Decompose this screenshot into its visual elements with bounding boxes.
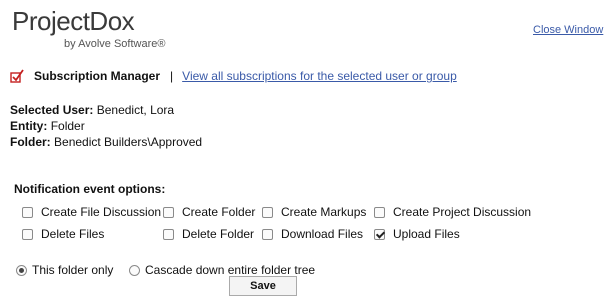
option-delete-files[interactable]: Delete Files [22,226,104,242]
option-label: Delete Files [41,227,105,241]
option-upload-files[interactable]: Upload Files [374,226,460,242]
entity-value: Folder [50,119,85,133]
option-label: Create Markups [281,205,367,219]
option-label: Create Project Discussion [393,205,532,219]
option-label: Download Files [281,227,364,241]
checkbox[interactable] [374,206,385,218]
checkbox[interactable] [262,228,273,240]
option-create-project-discussion[interactable]: Create Project Discussion [374,204,531,220]
folder-value: Benedict Builders\Approved [54,135,203,149]
radio-this-folder-only[interactable]: This folder only [16,262,113,278]
radio-unselected[interactable] [129,264,140,276]
checkbox[interactable] [22,228,33,240]
projectdox-logo: ProjectDox by Avolve Software® [12,6,192,52]
entity-row: Entity: Folder [10,118,85,134]
option-label: Delete Folder [182,227,255,241]
option-delete-folder[interactable]: Delete Folder [163,226,254,242]
radio-selected[interactable] [16,264,27,276]
entity-label: Entity: [10,119,48,133]
view-all-subscriptions-link[interactable]: View all subscriptions for the selected … [182,69,457,83]
checkbox[interactable] [163,206,174,218]
checkbox[interactable] [22,206,33,218]
save-button[interactable]: Save [229,276,297,296]
checkbox[interactable] [262,206,273,218]
checkbox[interactable] [163,228,174,240]
folder-row: Folder: Benedict Builders\Approved [10,134,202,150]
option-download-files[interactable]: Download Files [262,226,363,242]
checkbox-checked[interactable] [374,228,385,240]
subscription-check-icon [10,69,24,83]
radio-label: Cascade down entire folder tree [145,263,316,277]
selected-user-row: Selected User: Benedict, Lora [10,102,174,118]
folder-label: Folder: [10,135,51,149]
radio-label: This folder only [32,263,114,277]
logo-tagline: by Avolve Software® [64,38,166,50]
subscription-header: Subscription Manager | View all subscrip… [10,67,457,85]
notification-options-heading: Notification event options: [14,182,166,196]
selected-user-label: Selected User: [10,103,94,117]
close-window-link[interactable]: Close Window [533,24,603,36]
option-create-file-discussion[interactable]: Create File Discussion [22,204,161,220]
logo-brand: ProjectDox [12,6,135,36]
subscription-title: Subscription Manager [34,69,161,83]
option-label: Upload Files [393,227,460,241]
option-label: Create Folder [182,205,256,219]
separator: | [170,69,174,83]
option-create-folder[interactable]: Create Folder [163,204,255,220]
selected-user-value: Benedict, Lora [96,103,175,117]
option-create-markups[interactable]: Create Markups [262,204,366,220]
option-label: Create File Discussion [41,205,162,219]
